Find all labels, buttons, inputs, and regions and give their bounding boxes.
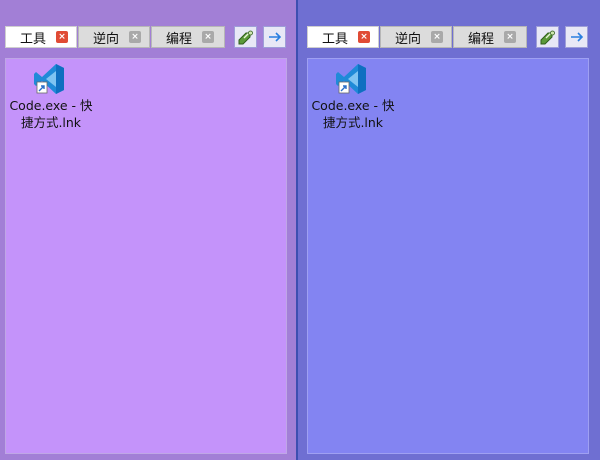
tab-tools[interactable]: 工具 × xyxy=(307,26,379,48)
link-icon xyxy=(238,30,253,44)
close-icon[interactable]: × xyxy=(56,31,69,43)
tab-label: 工具 xyxy=(322,31,349,47)
tab-reverse[interactable]: 逆向 × xyxy=(380,26,452,48)
vscode-icon xyxy=(34,64,64,94)
next-button[interactable] xyxy=(565,26,588,48)
next-button[interactable] xyxy=(263,26,286,48)
shortcut-label-line: Code.exe - 快 xyxy=(311,98,395,113)
tab-programming[interactable]: 编程 × xyxy=(151,26,225,48)
tab-label: 编程 xyxy=(468,31,495,47)
tab-tools[interactable]: 工具 × xyxy=(5,26,77,48)
fence-content: Code.exe - 快 捷方式.lnk xyxy=(307,58,589,454)
fence-content: Code.exe - 快 捷方式.lnk xyxy=(5,58,287,454)
tab-reverse[interactable]: 逆向 × xyxy=(78,26,150,48)
close-icon[interactable]: × xyxy=(358,31,371,43)
tab-label: 工具 xyxy=(20,31,47,47)
close-icon[interactable]: × xyxy=(504,31,517,43)
link-icon xyxy=(540,30,555,44)
arrow-right-icon xyxy=(570,32,583,42)
shortcut-label: Code.exe - 快 捷方式.lnk xyxy=(6,97,96,131)
tab-bar: 工具 × 逆向 × 编程 × xyxy=(307,26,528,48)
tab-bar: 工具 × 逆向 × 编程 × xyxy=(5,26,226,48)
shortcut-label-line: 捷方式.lnk xyxy=(20,115,82,130)
arrow-right-icon xyxy=(268,32,281,42)
close-icon[interactable]: × xyxy=(202,31,215,43)
shortcut-label: Code.exe - 快 捷方式.lnk xyxy=(308,97,398,131)
close-icon[interactable]: × xyxy=(129,31,142,43)
tab-label: 编程 xyxy=(166,31,193,47)
tab-label: 逆向 xyxy=(93,31,120,47)
close-icon[interactable]: × xyxy=(431,31,444,43)
fence-panel-right: 工具 × 逆向 × 编程 × Code.exe - 快 捷方式.lnk xyxy=(296,0,600,460)
link-button[interactable] xyxy=(536,26,559,48)
shortcut-label-line: Code.exe - 快 xyxy=(9,98,93,113)
tab-programming[interactable]: 编程 × xyxy=(453,26,527,48)
tab-label: 逆向 xyxy=(395,31,422,47)
link-button[interactable] xyxy=(234,26,257,48)
vscode-icon xyxy=(336,64,366,94)
fence-panel-left: 工具 × 逆向 × 编程 × Code.exe - 快 捷方式.lnk xyxy=(0,0,296,460)
shortcut-label-line: 捷方式.lnk xyxy=(322,115,384,130)
